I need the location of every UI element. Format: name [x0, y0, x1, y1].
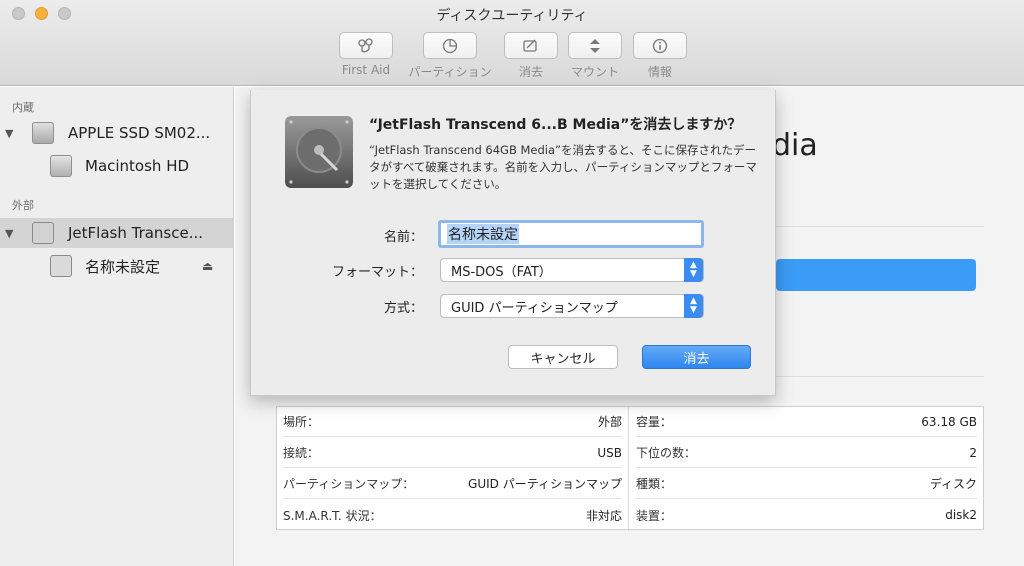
usage-bar — [776, 259, 976, 291]
info-key: パーティションマップ： — [283, 477, 415, 491]
info-key: 種類： — [636, 477, 673, 491]
dialog-title: “JetFlash Transcend 6...B Media”を消去しますか？ — [369, 117, 742, 133]
erase-icon — [523, 39, 537, 52]
popup-arrows-icon: ▲ ▼ — [684, 258, 703, 282]
sidebar-item-internal-disk[interactable]: ▼ APPLE SSD SM02... — [0, 118, 234, 148]
partition-pie-icon — [442, 38, 458, 53]
partition-button[interactable] — [423, 32, 477, 59]
info-value: 非対応 — [585, 508, 622, 523]
toolbar-partition[interactable]: パーティション — [404, 32, 496, 82]
title-bar: ディスクユーティリティ First Aid パーティション 消去 マウント 情報 — [0, 0, 1024, 86]
info-value: 外部 — [597, 415, 622, 429]
info-column-left: 場所： 外部 接続： USB パーティションマップ： GUID パーティションマ… — [277, 407, 629, 531]
sidebar-item-external-disk[interactable]: ▼ JetFlash Transce... — [0, 218, 234, 248]
erase-toolbar-button[interactable] — [504, 32, 558, 59]
name-label: 名前： — [383, 230, 423, 245]
info-icon — [652, 38, 668, 53]
volume-icon — [50, 255, 72, 277]
info-value: disk2 — [945, 508, 977, 522]
sidebar-item-label: 名称未設定 — [85, 257, 161, 276]
info-row: 容量： 63.18 GB — [636, 407, 977, 437]
divider — [776, 376, 984, 377]
info-row: 下位の数： 2 — [636, 438, 977, 468]
scheme-value: GUID パーティションマップ — [451, 300, 618, 316]
info-key: S.M.A.R.T. 状況： — [283, 508, 382, 523]
volume-icon — [50, 155, 72, 177]
hard-drive-icon — [285, 116, 353, 188]
sidebar: 内蔵 ▼ APPLE SSD SM02... Macintosh HD 外部 ▼… — [0, 87, 234, 566]
erase-button[interactable]: 消去 — [642, 345, 751, 369]
window-title: ディスクユーティリティ — [436, 8, 588, 24]
popup-arrows-icon: ▲ ▼ — [684, 294, 703, 318]
device-title: dia — [772, 128, 818, 163]
info-button[interactable] — [633, 32, 687, 59]
first-aid-button[interactable] — [339, 32, 393, 59]
sidebar-item-label: APPLE SSD SM02... — [68, 124, 211, 142]
info-value: 2 — [969, 445, 977, 460]
info-column-right: 容量： 63.18 GB 下位の数： 2 種類： ディスク 装置： disk2 — [630, 407, 983, 531]
eject-icon[interactable]: ⏏ — [202, 259, 213, 273]
info-key: 容量： — [636, 415, 673, 429]
format-popup[interactable]: MS-DOS（FAT） ▲ ▼ — [440, 258, 704, 282]
mount-button[interactable] — [568, 32, 622, 59]
external-disk-icon — [32, 222, 54, 244]
info-table: 場所： 外部 接続： USB パーティションマップ： GUID パーティションマ… — [276, 406, 984, 531]
divider — [776, 226, 984, 227]
external-section-header: 外部 — [12, 199, 34, 212]
info-row: 場所： 外部 — [283, 407, 622, 437]
toolbar-info[interactable]: 情報 — [632, 32, 688, 82]
info-key: 下位の数： — [636, 446, 697, 460]
format-label: フォーマット： — [331, 265, 423, 280]
sidebar-item-label: JetFlash Transce... — [68, 224, 204, 242]
format-value: MS-DOS（FAT） — [451, 264, 552, 280]
info-value: USB — [597, 445, 622, 460]
scheme-popup[interactable]: GUID パーティションマップ ▲ ▼ — [440, 294, 704, 318]
stethoscope-icon — [358, 37, 373, 52]
scheme-label: 方式： — [383, 301, 423, 316]
name-field[interactable]: 名称未設定 — [438, 220, 704, 248]
toolbar-label: 消去 — [518, 65, 543, 79]
toolbar-label: パーティション — [408, 65, 492, 79]
info-key: 場所： — [283, 415, 320, 429]
info-row: 接続： USB — [283, 438, 622, 468]
toolbar-erase[interactable]: 消去 — [503, 32, 559, 82]
disclosure-triangle-icon[interactable]: ▼ — [5, 127, 13, 140]
erase-dialog: “JetFlash Transcend 6...B Media”を消去しますか？… — [250, 90, 776, 396]
toolbar-label: 情報 — [647, 65, 672, 79]
sidebar-item-external-volume[interactable]: 名称未設定 ⏏ — [0, 251, 234, 281]
info-row: パーティションマップ： GUID パーティションマップ — [283, 469, 622, 499]
internal-section-header: 内蔵 — [12, 101, 34, 114]
mount-icon — [590, 38, 600, 53]
info-value: GUID パーティションマップ — [468, 477, 622, 491]
info-value: 63.18 GB — [921, 414, 977, 429]
info-value: ディスク — [929, 477, 977, 491]
dialog-message: “JetFlash Transcend 64GB Media”を消去すると、そこ… — [369, 143, 757, 191]
internal-disk-icon — [32, 122, 54, 144]
toolbar-mount[interactable]: マウント — [567, 32, 623, 82]
toolbar-label: マウント — [570, 65, 619, 79]
disclosure-triangle-icon[interactable]: ▼ — [5, 227, 13, 240]
cancel-button[interactable]: キャンセル — [508, 345, 618, 369]
info-key: 装置： — [636, 508, 673, 523]
name-field-value: 名称未設定 — [447, 224, 519, 244]
info-row: 装置： disk2 — [636, 500, 977, 530]
toolbar-label: First Aid — [341, 63, 391, 77]
sidebar-item-label: Macintosh HD — [85, 157, 190, 175]
info-key: 接続： — [283, 446, 320, 460]
info-row: S.M.A.R.T. 状況： 非対応 — [283, 500, 622, 530]
info-row: 種類： ディスク — [636, 469, 977, 499]
sidebar-item-macintosh-hd[interactable]: Macintosh HD — [0, 151, 234, 181]
toolbar-first-aid[interactable]: First Aid — [338, 32, 394, 82]
